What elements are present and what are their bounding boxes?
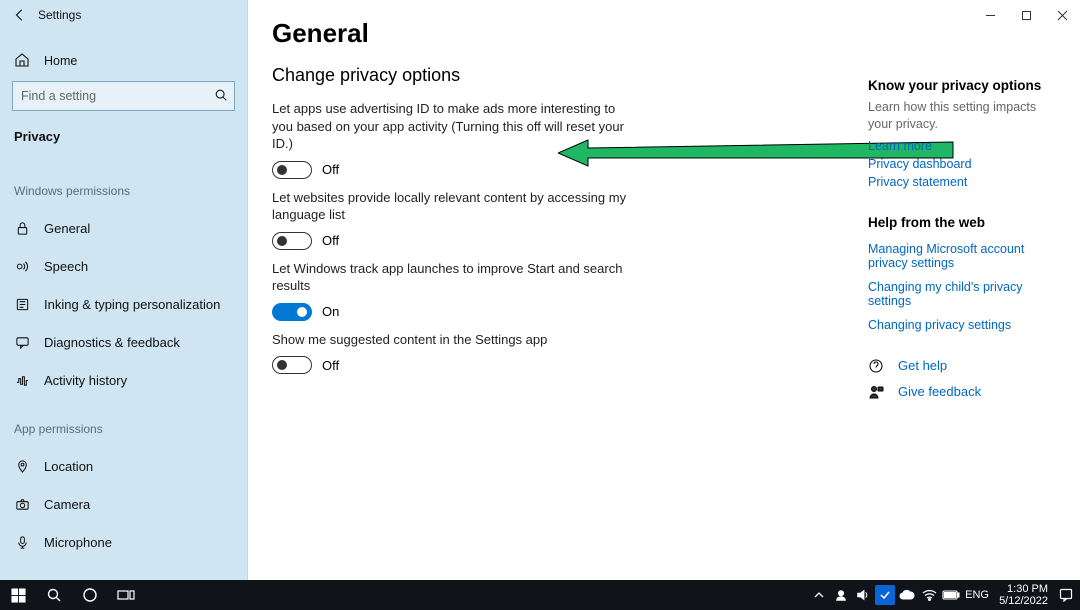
back-button[interactable] xyxy=(8,3,32,27)
toggle-advertising-id[interactable] xyxy=(272,161,312,179)
nav-diagnostics[interactable]: Diagnostics & feedback xyxy=(0,323,247,361)
nav-activity-label: Activity history xyxy=(44,373,127,388)
inking-icon xyxy=(14,296,30,312)
nav-location-label: Location xyxy=(44,459,93,474)
nav-general-label: General xyxy=(44,221,90,236)
give-feedback-label: Give feedback xyxy=(898,384,981,399)
get-help-row[interactable]: Get help xyxy=(868,358,1058,374)
nav-microphone[interactable]: Microphone xyxy=(0,523,247,561)
category-label: Privacy xyxy=(0,121,247,150)
tray-language[interactable]: ENG xyxy=(963,580,991,610)
taskbar-search-button[interactable] xyxy=(36,580,72,610)
info-panel: Know your privacy options Learn how this… xyxy=(868,78,1058,410)
option-suggested-content: Show me suggested content in the Setting… xyxy=(272,331,632,375)
sidebar: Settings Home Privacy Windows permission… xyxy=(0,0,248,580)
taskbar: ENG 1:30 PM 5/12/2022 xyxy=(0,580,1080,610)
close-button[interactable] xyxy=(1044,0,1080,30)
group-windows-permissions: Windows permissions xyxy=(0,172,247,202)
home-icon xyxy=(14,52,30,71)
clock-date: 5/12/2022 xyxy=(999,595,1048,607)
window-caption xyxy=(972,0,1080,30)
page-title: General xyxy=(272,18,1056,49)
tray-onedrive-icon[interactable] xyxy=(897,580,917,610)
nav-camera-label: Camera xyxy=(44,497,90,512)
tray-app-icon[interactable] xyxy=(875,580,895,610)
link-manage-account-privacy[interactable]: Managing Microsoft account privacy setti… xyxy=(868,242,1058,270)
option-desc: Let Windows track app launches to improv… xyxy=(272,260,632,295)
link-privacy-dashboard[interactable]: Privacy dashboard xyxy=(868,157,1058,171)
toggle-suggested-content[interactable] xyxy=(272,356,312,374)
option-advertising-id: Let apps use advertising ID to make ads … xyxy=(272,100,632,179)
option-desc: Show me suggested content in the Setting… xyxy=(272,331,632,349)
minimize-button[interactable] xyxy=(972,0,1008,30)
speech-icon xyxy=(14,258,30,274)
nav-speech[interactable]: Speech xyxy=(0,247,247,285)
link-changing-privacy[interactable]: Changing privacy settings xyxy=(868,318,1058,332)
help-icon xyxy=(868,358,884,374)
titlebar: Settings xyxy=(0,0,247,30)
app-title: Settings xyxy=(38,8,81,22)
task-view-button[interactable] xyxy=(108,580,144,610)
location-icon xyxy=(14,458,30,474)
feedback-person-icon xyxy=(868,384,884,400)
info-help-title: Help from the web xyxy=(868,215,1058,230)
nav-home-label: Home xyxy=(44,54,77,68)
start-button[interactable] xyxy=(0,580,36,610)
option-desc: Let apps use advertising ID to make ads … xyxy=(272,100,632,153)
toggle-label: Off xyxy=(322,162,339,177)
tray-wifi-icon[interactable] xyxy=(919,580,939,610)
link-child-privacy[interactable]: Changing my child's privacy settings xyxy=(868,280,1058,308)
lock-icon xyxy=(14,220,30,236)
tray-notifications-icon[interactable] xyxy=(1056,580,1076,610)
camera-icon xyxy=(14,496,30,512)
nav-home[interactable]: Home xyxy=(0,41,247,81)
nav-diagnostics-label: Diagnostics & feedback xyxy=(44,335,180,350)
toggle-track-launches[interactable] xyxy=(272,303,312,321)
activity-icon xyxy=(14,372,30,388)
toggle-language-list[interactable] xyxy=(272,232,312,250)
nav-speech-label: Speech xyxy=(44,259,88,274)
toggle-label: Off xyxy=(322,233,339,248)
nav-inking[interactable]: Inking & typing personalization xyxy=(0,285,247,323)
info-know-text: Learn how this setting impacts your priv… xyxy=(868,99,1058,133)
toggle-label: Off xyxy=(322,358,339,373)
toggle-label: On xyxy=(322,304,339,319)
option-track-launches: Let Windows track app launches to improv… xyxy=(272,260,632,321)
maximize-button[interactable] xyxy=(1008,0,1044,30)
nav-location[interactable]: Location xyxy=(0,447,247,485)
option-desc: Let websites provide locally relevant co… xyxy=(272,189,632,224)
option-language-list: Let websites provide locally relevant co… xyxy=(272,189,632,250)
tray-chevron-up-icon[interactable] xyxy=(809,580,829,610)
info-know-title: Know your privacy options xyxy=(868,78,1058,93)
tray-volume-icon[interactable] xyxy=(853,580,873,610)
cortana-button[interactable] xyxy=(72,580,108,610)
nav-activity[interactable]: Activity history xyxy=(0,361,247,399)
nav-inking-label: Inking & typing personalization xyxy=(44,297,220,312)
search-icon xyxy=(214,88,228,105)
nav-camera[interactable]: Camera xyxy=(0,485,247,523)
nav-microphone-label: Microphone xyxy=(44,535,112,550)
give-feedback-row[interactable]: Give feedback xyxy=(868,384,1058,400)
tray-clock[interactable]: 1:30 PM 5/12/2022 xyxy=(993,583,1054,607)
search-box[interactable] xyxy=(12,81,235,111)
feedback-icon xyxy=(14,334,30,350)
clock-time: 1:30 PM xyxy=(999,583,1048,595)
tray-battery-icon[interactable] xyxy=(941,580,961,610)
get-help-label: Get help xyxy=(898,358,947,373)
group-app-permissions: App permissions xyxy=(0,410,247,440)
link-privacy-statement[interactable]: Privacy statement xyxy=(868,175,1058,189)
tray-people-icon[interactable] xyxy=(831,580,851,610)
link-learn-more[interactable]: Learn more xyxy=(868,139,1058,153)
search-input[interactable] xyxy=(21,89,214,103)
nav-general[interactable]: General xyxy=(0,209,247,247)
microphone-icon xyxy=(14,534,30,550)
